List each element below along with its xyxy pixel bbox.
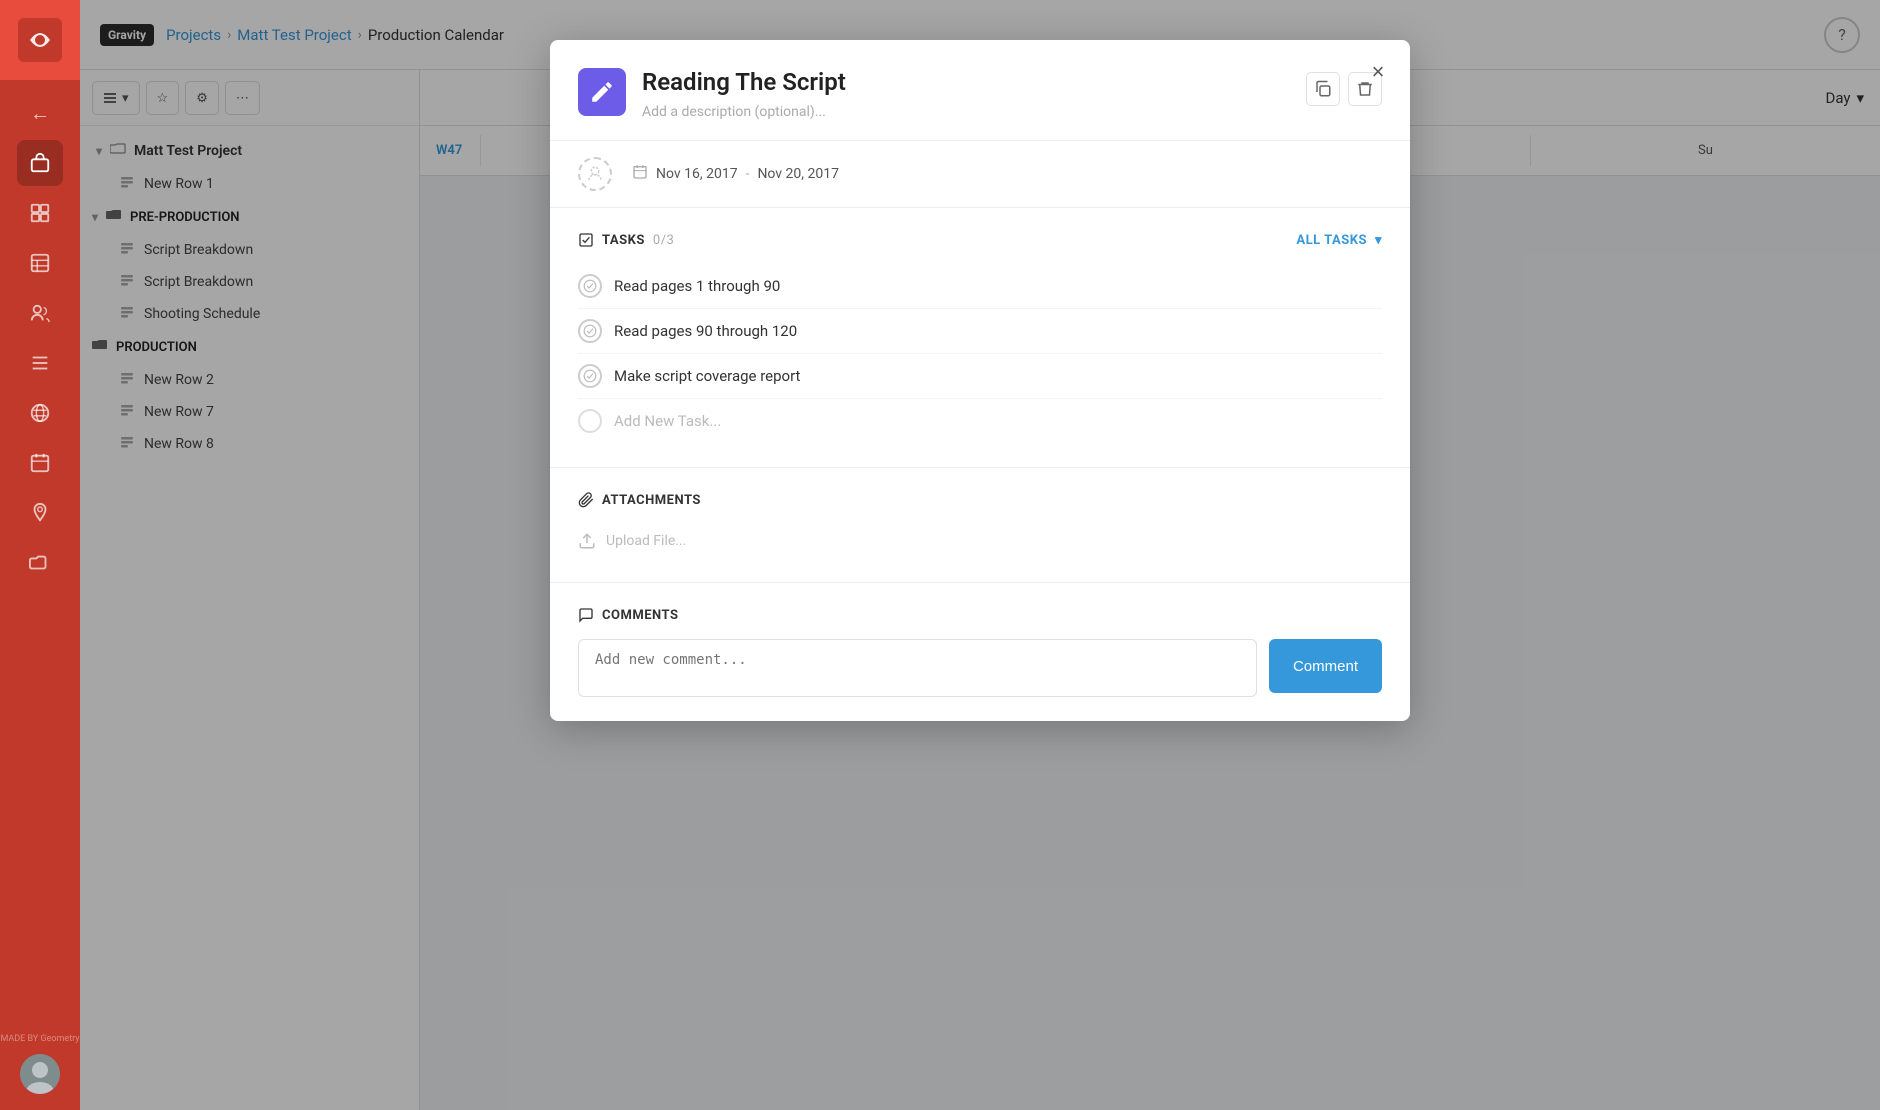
modal-overlay: × Reading The Script Add a description (… <box>80 0 1880 1110</box>
comments-label: COMMENTS <box>602 608 679 623</box>
task-check-3[interactable] <box>578 364 602 388</box>
task-check-2[interactable] <box>578 319 602 343</box>
comments-section-title: COMMENTS <box>578 607 1382 623</box>
comment-submit-button[interactable]: Comment <box>1269 639 1382 693</box>
meta-dates: Nov 16, 2017 - Nov 20, 2017 <box>632 164 839 184</box>
tasks-label: TASKS <box>602 233 645 248</box>
date-start: Nov 16, 2017 <box>656 166 738 182</box>
list-icon[interactable] <box>17 340 63 386</box>
task-text-3: Make script coverage report <box>614 367 800 385</box>
sidebar-nav: ← <box>0 80 80 1034</box>
briefcase-icon[interactable] <box>17 140 63 186</box>
tasks-filter-label: All Tasks <box>1296 233 1367 248</box>
modal-icon <box>578 68 626 116</box>
copy-button[interactable] <box>1306 72 1340 106</box>
add-task-row: Add New Task... <box>578 399 1382 443</box>
attachments-section-title: ATTACHMENTS <box>578 492 1382 508</box>
task-item-2: Read pages 90 through 120 <box>578 309 1382 354</box>
modal-title-area: Reading The Script Add a description (op… <box>642 68 1290 120</box>
task-text-2: Read pages 90 through 120 <box>614 322 797 340</box>
tasks-section: TASKS 0/3 All Tasks ▾ Read pages 1 throu… <box>550 208 1410 468</box>
modal-close-button[interactable]: × <box>1362 56 1394 88</box>
users-icon[interactable] <box>17 290 63 336</box>
location-icon[interactable] <box>17 490 63 536</box>
task-item-1: Read pages 1 through 90 <box>578 264 1382 309</box>
task-text-1: Read pages 1 through 90 <box>614 277 780 295</box>
task-check-1[interactable] <box>578 274 602 298</box>
modal-description[interactable]: Add a description (optional)... <box>642 104 1290 120</box>
date-separator: - <box>746 166 750 182</box>
tasks-section-title: TASKS 0/3 All Tasks ▾ <box>578 232 1382 248</box>
comments-section: COMMENTS Comment <box>550 583 1410 721</box>
circle-icon[interactable] <box>17 390 63 436</box>
date-end: Nov 20, 2017 <box>757 166 839 182</box>
folder-sidebar-icon[interactable] <box>17 540 63 586</box>
tasks-count: 0/3 <box>653 233 674 248</box>
comment-input[interactable] <box>578 639 1257 697</box>
back-icon[interactable]: ← <box>17 90 63 136</box>
attachments-label: ATTACHMENTS <box>602 493 701 508</box>
comments-input-area: Comment <box>578 639 1382 697</box>
upload-file-button[interactable]: Upload File... <box>578 524 1382 558</box>
sidebar: ← <box>0 0 80 1110</box>
calendar-date-icon <box>632 164 648 184</box>
tasks-filter-dropdown[interactable]: All Tasks ▾ <box>1296 233 1382 248</box>
tasks-filter-chevron: ▾ <box>1375 233 1382 248</box>
modal: × Reading The Script Add a description (… <box>550 40 1410 721</box>
modal-title: Reading The Script <box>642 68 1290 96</box>
layout-icon[interactable] <box>17 190 63 236</box>
made-by-label: MADE BY Geometry <box>0 1034 79 1046</box>
task-item-3: Make script coverage report <box>578 354 1382 399</box>
calendar-sidebar-icon[interactable] <box>17 440 63 486</box>
add-task-check <box>578 409 602 433</box>
modal-meta: Nov 16, 2017 - Nov 20, 2017 <box>550 141 1410 208</box>
app-logo[interactable] <box>0 0 80 80</box>
avatar[interactable] <box>20 1054 60 1094</box>
modal-header: Reading The Script Add a description (op… <box>550 40 1410 141</box>
add-task-placeholder[interactable]: Add New Task... <box>614 412 721 430</box>
assignee-avatar[interactable] <box>578 157 612 191</box>
attachments-section: ATTACHMENTS Upload File... <box>550 468 1410 583</box>
table-icon[interactable] <box>17 240 63 286</box>
upload-label: Upload File... <box>606 533 686 549</box>
sidebar-bottom: MADE BY Geometry <box>0 1034 79 1110</box>
